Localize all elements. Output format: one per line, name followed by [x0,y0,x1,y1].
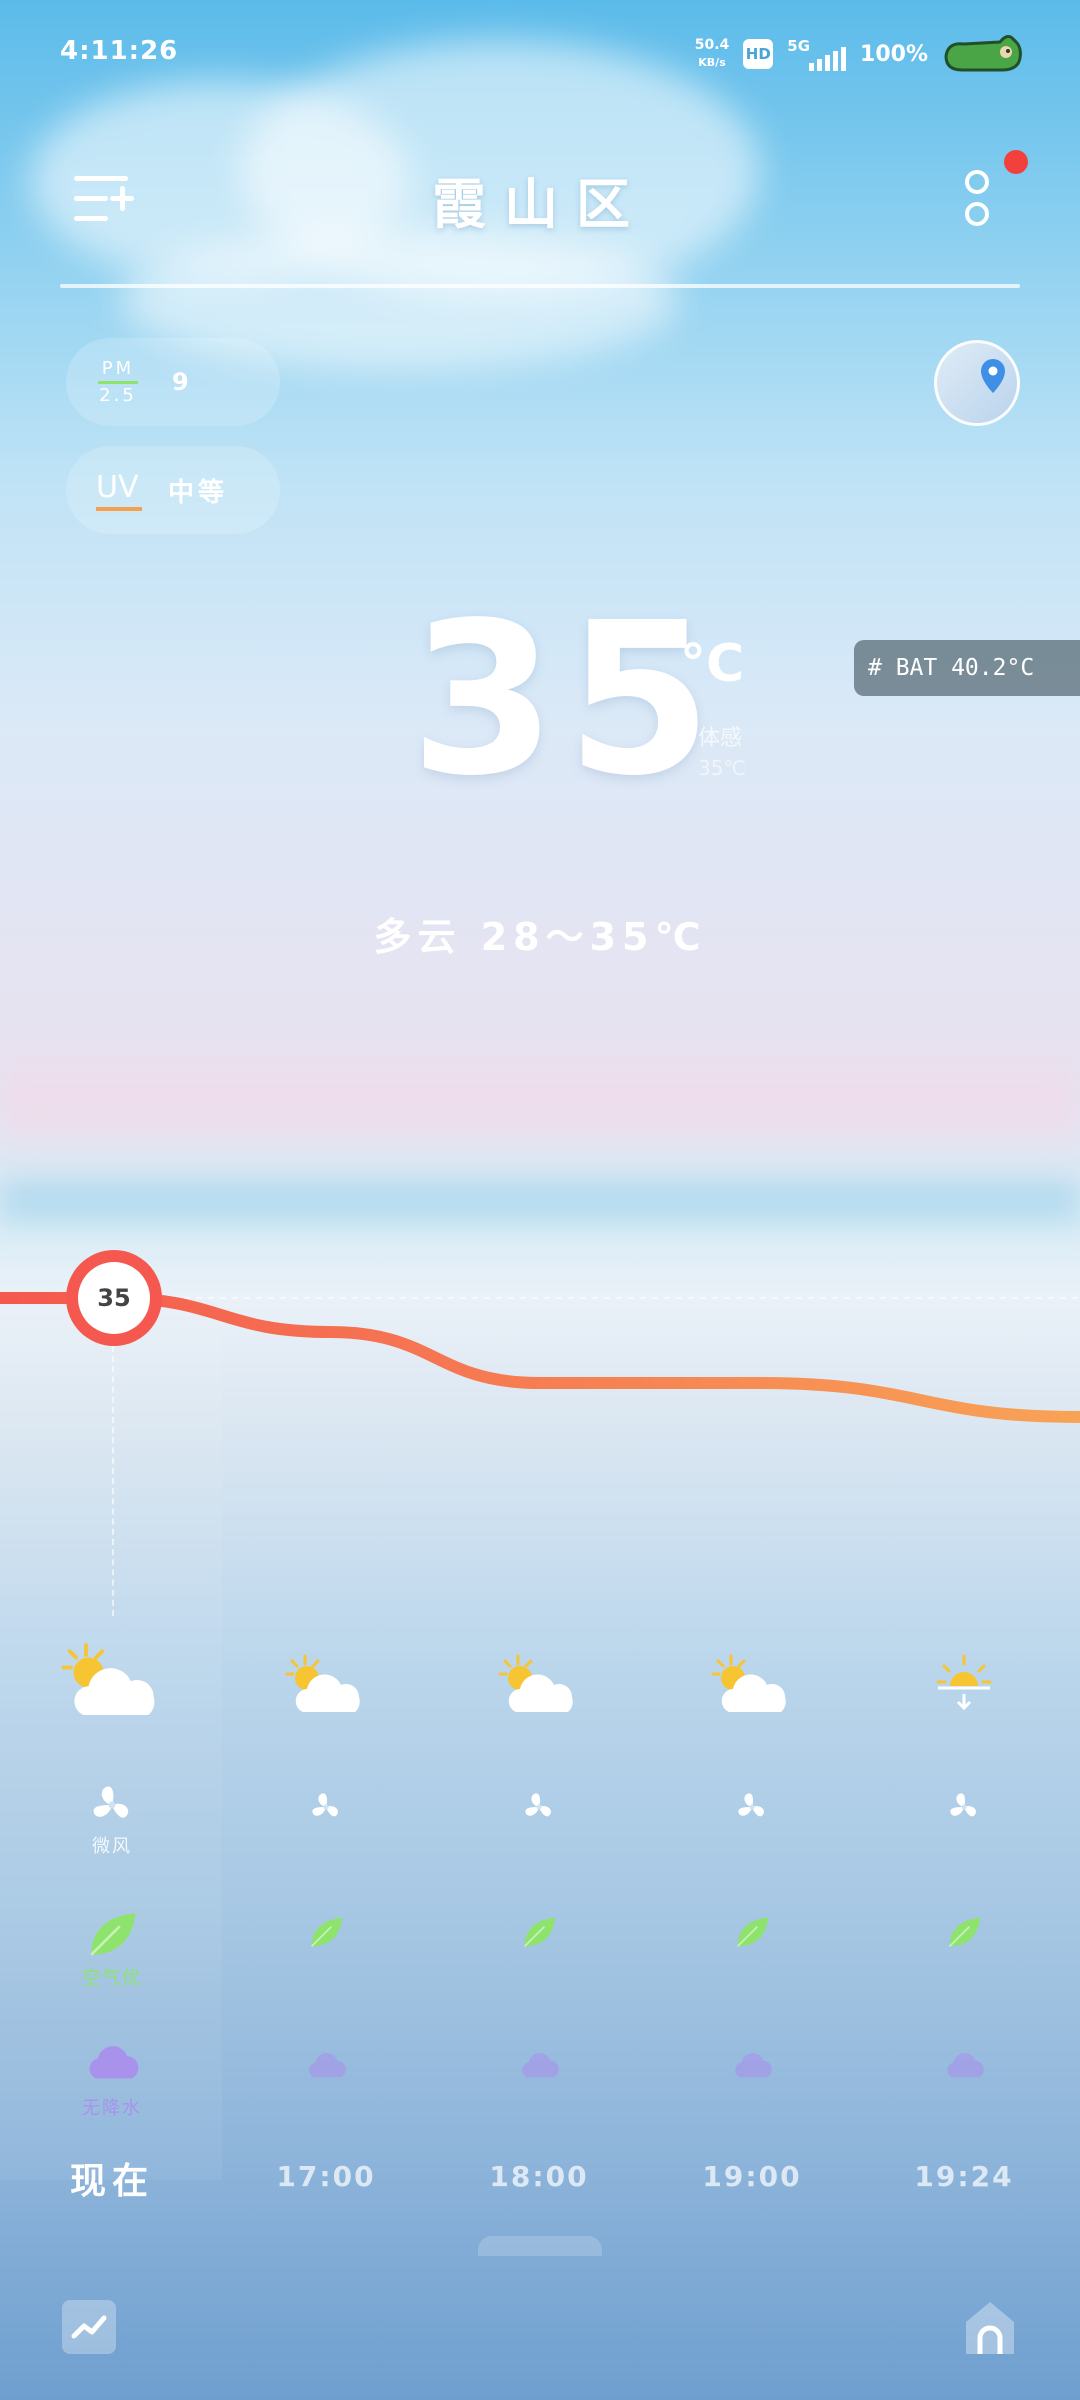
partly-cloudy-icon [285,1654,360,1712]
air-quality-leaf-icon [736,1917,769,1948]
pm25-value: 9 [172,368,189,396]
wind-fan-icon [525,1793,551,1817]
partly-cloudy-icon [711,1654,786,1712]
partly-cloudy-icon [672,1652,832,1726]
net-speed-unit: KB/s [698,56,726,69]
page-title[interactable]: 霞山区 [0,160,1080,239]
background-horizon [0,1180,1080,1220]
sunset-icon [936,1654,992,1711]
air-quality-leaf-icon [310,1917,343,1948]
status-time: 4:11:26 [60,36,179,66]
hour-time-label: 17:00 [276,2160,376,2193]
sunset-icon [884,1652,1044,1720]
more-options-icon[interactable] [962,170,992,232]
wind-fan-icon [950,1793,976,1817]
wind-fan-icon [459,1790,619,1828]
wind-fan-icon [672,1790,832,1828]
trend-chart-button[interactable] [62,2300,116,2354]
air-quality-leaf-icon [523,1917,556,1948]
air-quality-leaf-icon [246,1914,406,1954]
background-haze [0,1070,1080,1140]
uv-label-text: UV [96,469,139,505]
uv-underline [96,506,142,511]
precipitation-cloud-icon [735,2053,772,2078]
signal-icon: 5G [787,37,847,71]
home-icon [966,2302,1014,2354]
wind-fan-icon [93,1786,129,1818]
battery-temperature-badge[interactable]: # BAT 40.2°C [854,640,1080,696]
temperature-unit: °C [680,634,745,694]
home-button[interactable] [962,2298,1018,2356]
wind-fan-icon [738,1793,764,1817]
pull-up-handle[interactable] [478,2236,602,2256]
pm25-label: PM 2.5 [98,357,138,408]
precipitation-cloud-icon [246,2044,406,2090]
uv-chip[interactable]: UV 中等 [66,446,280,534]
location-pin-icon [981,359,1005,393]
hd-icon: HD [743,39,774,69]
precipitation-label: 无降水 [82,2098,142,2119]
precipitation-cloud-icon [672,2044,832,2090]
partly-cloudy-icon [61,1643,155,1715]
current-temp-marker-value: 35 [78,1262,150,1334]
partly-cloudy-icon [498,1654,573,1712]
network-type: 5G [787,37,811,55]
current-marker-line [112,1346,114,1616]
precipitation-cloud-icon [947,2053,984,2078]
status-icons: 50.4 KB/s HD 5G 100% [695,30,1022,78]
wind-fan-icon [246,1790,406,1828]
partly-cloudy-icon [32,1640,192,1732]
precipitation-cloud-icon: 无降水 [32,2034,192,2120]
temperature-line [0,1292,1080,1423]
current-temperature: 35 [410,577,723,822]
pm25-label-top: PM [101,357,135,379]
wind-fan-icon: 微风 [32,1782,192,1858]
feels-like-label: 体感 [698,726,743,751]
partly-cloudy-icon [246,1652,406,1726]
hour-time-label: 19:24 [914,2160,1014,2193]
partly-cloudy-icon [459,1652,619,1726]
net-speed: 50.4 KB/s [695,37,730,71]
air-quality-leaf-icon [884,1914,1044,1954]
air-quality-leaf-icon [90,1913,136,1956]
now-time-label: 现在 [69,2161,154,2202]
air-quality-leaf-icon [459,1914,619,1954]
net-speed-value: 50.4 [694,37,730,53]
temperature-trend-chart [0,1292,1080,1423]
trend-line-icon [71,2315,107,2339]
location-map-button[interactable] [934,340,1020,426]
hour-time-label: 18:00 [489,2160,589,2193]
precipitation-cloud-icon [522,2053,559,2078]
precipitation-cloud-icon [884,2044,1044,2090]
precipitation-cloud-icon [309,2053,346,2078]
pm25-label-bottom: 2.5 [99,384,137,406]
condition-range: 多云 28～35℃ [373,915,707,959]
wind-fan-icon [312,1793,338,1817]
battery-percent: 100% [860,41,928,67]
uv-value: 中等 [168,477,229,508]
hour-time-label: 19:00 [702,2160,802,2193]
precipitation-cloud-icon [89,2046,139,2079]
notification-dot [1004,150,1028,174]
precipitation-cloud-icon [459,2044,619,2090]
pm25-chip[interactable]: PM 2.5 9 [66,338,280,426]
air-quality-leaf-icon: 空气优 [32,1908,192,1990]
wind-label: 微风 [92,1836,132,1857]
crocodile-battery-icon [944,35,1022,72]
wind-fan-icon [884,1790,1044,1828]
air-quality-leaf-icon [948,1917,981,1948]
air-quality-label: 空气优 [82,1968,142,1989]
feels-like-value: 35℃ [698,756,746,780]
uv-label: UV [96,470,142,511]
header-divider [60,284,1020,288]
air-quality-leaf-icon [672,1914,832,1954]
current-temp-marker[interactable]: 35 [66,1250,162,1346]
